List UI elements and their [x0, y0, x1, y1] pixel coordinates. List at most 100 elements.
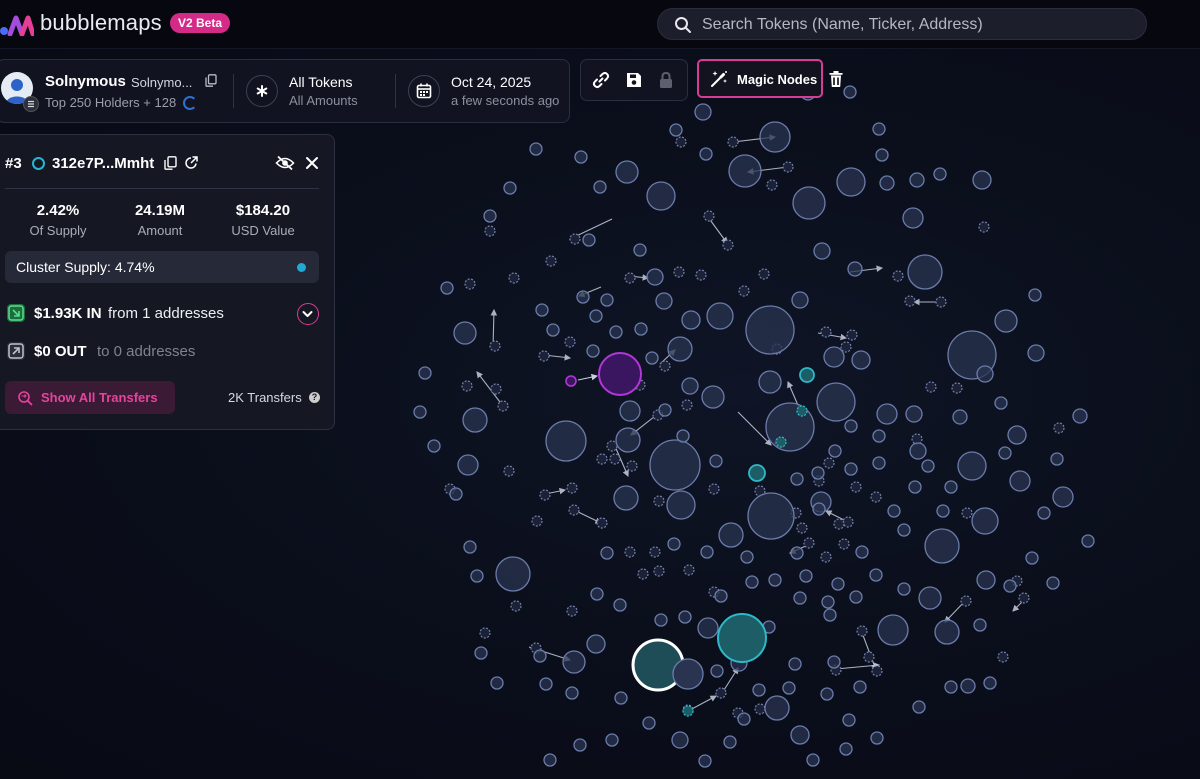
- wallet-bubble[interactable]: [909, 172, 925, 188]
- wallet-node-hidden[interactable]: [510, 600, 522, 612]
- all-tokens-button[interactable]: [246, 75, 278, 107]
- wallet-bubble[interactable]: [758, 370, 782, 394]
- wallet-bubble[interactable]: [681, 377, 699, 395]
- wallet-node-hidden[interactable]: [1053, 422, 1065, 434]
- wallet-bubble[interactable]: [678, 610, 692, 624]
- trash-icon[interactable]: [828, 70, 844, 88]
- wallet-node-hidden[interactable]: [846, 329, 858, 341]
- wallet-bubble[interactable]: [605, 733, 619, 747]
- wallet-bubble[interactable]: [976, 365, 994, 383]
- wallet-bubble[interactable]: [821, 595, 835, 609]
- wallet-bubble[interactable]: [994, 396, 1008, 410]
- wallet-bubble[interactable]: [875, 148, 889, 162]
- wallet-bubble[interactable]: [669, 123, 683, 137]
- wallet-bubble[interactable]: [924, 528, 960, 564]
- wallet-node-hidden[interactable]: [703, 210, 715, 222]
- wallet-bubble[interactable]: [546, 323, 560, 337]
- wallet-bubble[interactable]: [667, 336, 693, 362]
- wallet-bubble[interactable]: [909, 442, 927, 460]
- wallet-bubble[interactable]: [645, 351, 659, 365]
- wallet-address[interactable]: 312e7P...Mmht: [52, 155, 154, 172]
- wallet-bubble[interactable]: [672, 658, 704, 690]
- wallet-node-hidden[interactable]: [569, 233, 581, 245]
- wallet-node-hidden[interactable]: [497, 400, 509, 412]
- wallet-node-hidden[interactable]: [997, 651, 1009, 663]
- wallet-node-hidden[interactable]: [925, 381, 937, 393]
- wallet-bubble[interactable]: [671, 731, 689, 749]
- wallet-bubble[interactable]: [752, 683, 766, 697]
- wallet-bubble[interactable]: [897, 523, 911, 537]
- wallet-node-hidden[interactable]: [1018, 592, 1030, 604]
- wallet-bubble[interactable]: [545, 420, 587, 462]
- wallet-node-hidden[interactable]: [708, 483, 720, 495]
- wallet-node-hidden[interactable]: [681, 399, 693, 411]
- wallet-bubble[interactable]: [793, 591, 807, 605]
- cluster-bubble[interactable]: [748, 464, 766, 482]
- wallet-bubble[interactable]: [1025, 551, 1039, 565]
- wallet-bubble[interactable]: [902, 207, 924, 229]
- wallet-node-hidden[interactable]: [960, 595, 972, 607]
- wallet-bubble[interactable]: [831, 577, 845, 591]
- wallet-bubble[interactable]: [565, 686, 579, 700]
- wallet-bubble[interactable]: [853, 680, 867, 694]
- wallet-bubble[interactable]: [944, 680, 958, 694]
- wallet-bubble[interactable]: [844, 419, 858, 433]
- wallet-bubble[interactable]: [490, 676, 504, 690]
- cluster-node-hidden[interactable]: [775, 436, 787, 448]
- wallet-bubble[interactable]: [759, 121, 791, 153]
- wallet-bubble[interactable]: [728, 154, 762, 188]
- wallet-bubble[interactable]: [791, 291, 809, 309]
- wallet-node-hidden[interactable]: [856, 625, 868, 637]
- wallet-bubble[interactable]: [870, 731, 884, 745]
- wallet-bubble[interactable]: [879, 175, 895, 191]
- wallet-bubble[interactable]: [983, 676, 997, 690]
- wallet-bubble[interactable]: [614, 691, 628, 705]
- wallet-bubble[interactable]: [1028, 288, 1042, 302]
- wallet-bubble[interactable]: [600, 546, 614, 560]
- wallet-node-hidden[interactable]: [833, 518, 845, 530]
- wallet-bubble[interactable]: [820, 687, 834, 701]
- wallet-bubble[interactable]: [907, 254, 943, 290]
- wallet-node-hidden[interactable]: [503, 465, 515, 477]
- wallet-node-hidden[interactable]: [606, 440, 618, 452]
- snapshot-date[interactable]: Oct 24, 2025: [451, 74, 531, 90]
- wallet-bubble[interactable]: [971, 507, 999, 535]
- cluster-bubble[interactable]: [717, 613, 767, 663]
- wallet-bubble[interactable]: [586, 344, 600, 358]
- wallet-node-hidden[interactable]: [531, 515, 543, 527]
- wallet-node-hidden[interactable]: [754, 703, 766, 715]
- wallet-bubble[interactable]: [876, 403, 898, 425]
- wallet-node-hidden[interactable]: [653, 565, 665, 577]
- wallet-bubble[interactable]: [933, 167, 947, 181]
- wallet-node-hidden[interactable]: [626, 460, 638, 472]
- wallet-node-hidden[interactable]: [566, 605, 578, 617]
- brand-name[interactable]: bubblemaps: [40, 10, 162, 36]
- wallet-bubble[interactable]: [457, 454, 479, 476]
- show-all-transfers-button[interactable]: Show All Transfers: [5, 381, 175, 414]
- wallet-bubble[interactable]: [745, 575, 759, 589]
- wallet-bubble[interactable]: [593, 180, 607, 194]
- wallet-bubble[interactable]: [646, 181, 676, 211]
- wallet-bubble[interactable]: [745, 305, 795, 355]
- search-bar[interactable]: [657, 8, 1147, 41]
- wallet-bubble[interactable]: [449, 487, 463, 501]
- wallet-bubble[interactable]: [1009, 470, 1031, 492]
- wallet-bubble[interactable]: [1007, 425, 1027, 445]
- wallet-bubble[interactable]: [843, 85, 857, 99]
- wallet-bubble[interactable]: [642, 716, 656, 730]
- wallet-bubble[interactable]: [440, 281, 454, 295]
- wallet-bubble[interactable]: [453, 321, 477, 345]
- wallet-bubble[interactable]: [782, 681, 796, 695]
- wallet-node-hidden[interactable]: [796, 522, 808, 534]
- wallet-node-hidden[interactable]: [637, 568, 649, 580]
- wallet-bubble[interactable]: [908, 480, 922, 494]
- wallet-bubble[interactable]: [887, 504, 901, 518]
- magic-node-bubble[interactable]: [598, 352, 642, 396]
- wallet-bubble[interactable]: [869, 568, 883, 582]
- wallet-node-hidden[interactable]: [935, 296, 947, 308]
- wallet-node-hidden[interactable]: [539, 489, 551, 501]
- wallet-node-hidden[interactable]: [653, 495, 665, 507]
- wallet-node-hidden[interactable]: [545, 255, 557, 267]
- wallet-node-hidden[interactable]: [568, 504, 580, 516]
- wallet-bubble[interactable]: [615, 427, 641, 453]
